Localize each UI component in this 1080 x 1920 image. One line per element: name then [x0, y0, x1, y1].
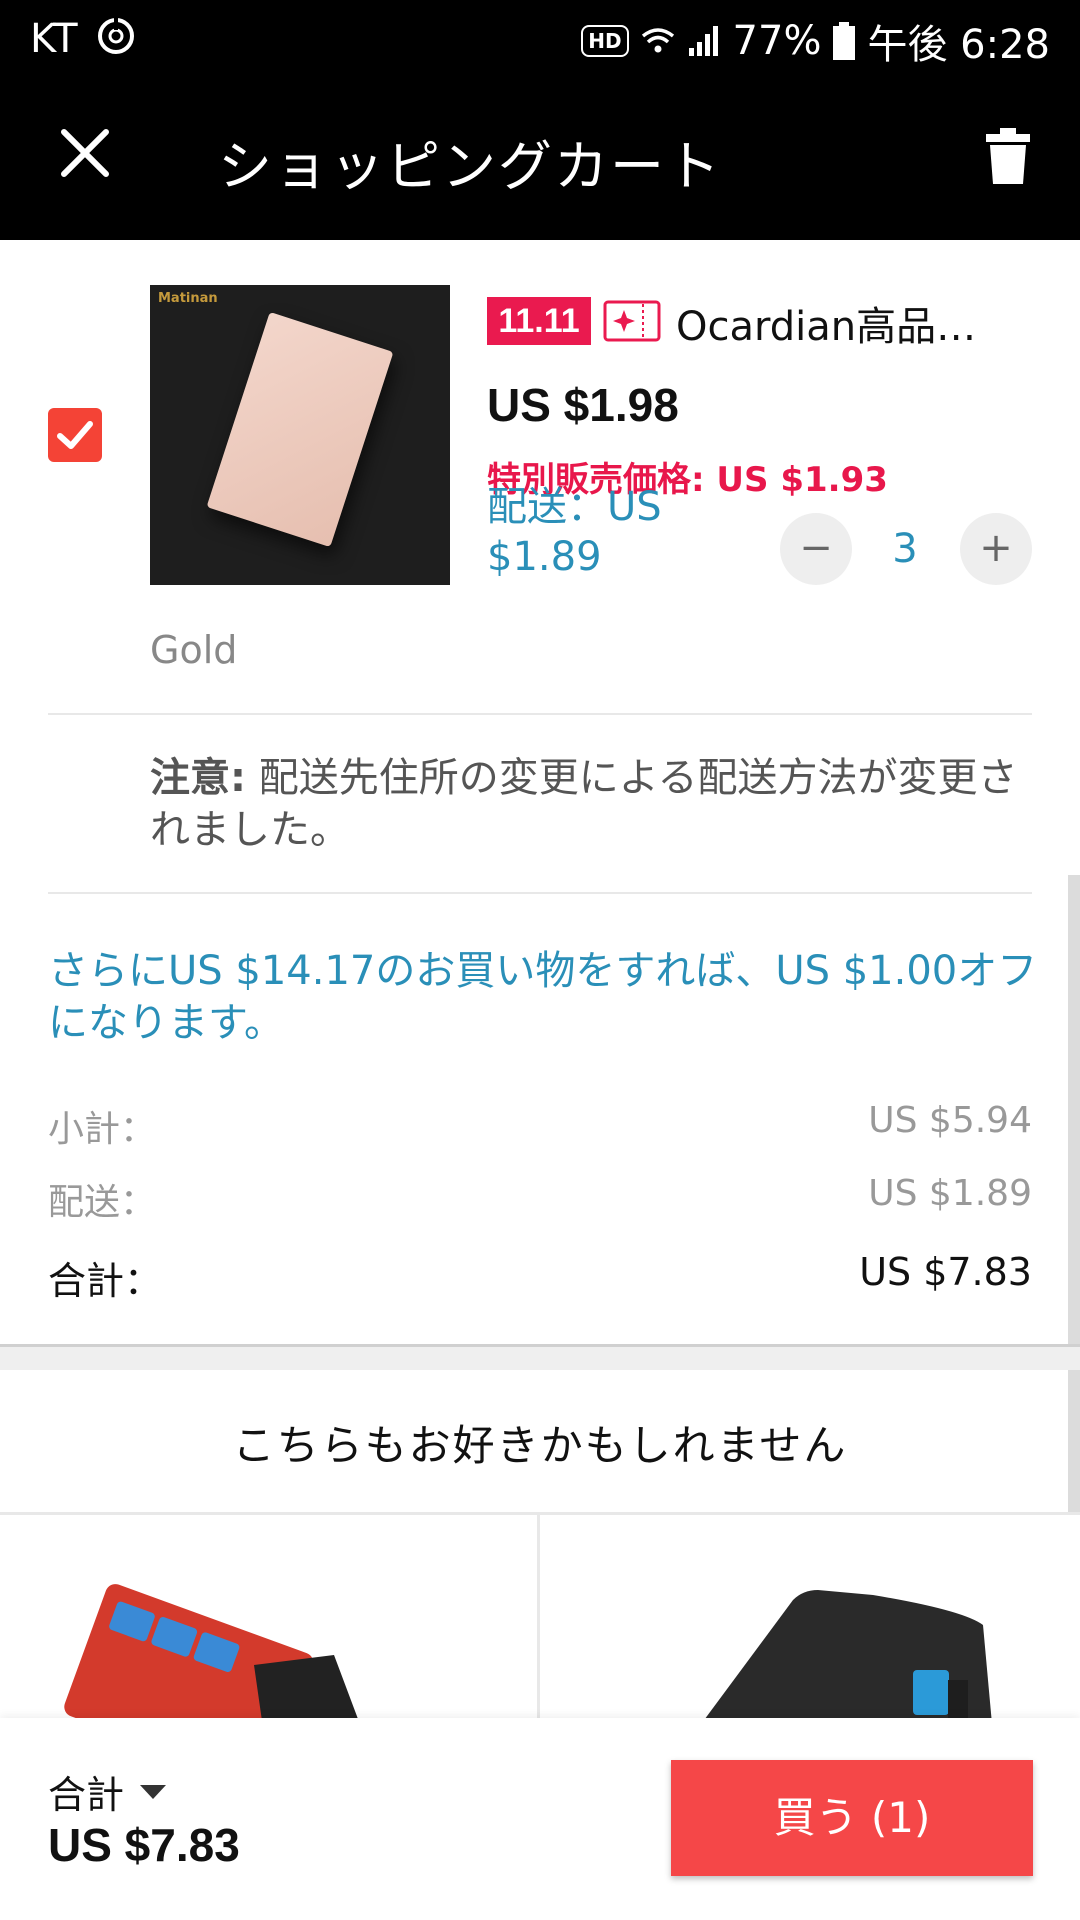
- battery-percent: 77%: [732, 18, 822, 64]
- card-holder-shape: [206, 311, 394, 548]
- buy-button[interactable]: 買う (1): [671, 1760, 1033, 1876]
- item-checkbox[interactable]: [48, 408, 102, 462]
- notice-text: 配送先住所の変更による配送方法が変更されました。: [150, 755, 1018, 853]
- recommendations-title: こちらもお好きかもしれません: [232, 1421, 848, 1470]
- chevron-down-icon: [140, 1784, 167, 1799]
- product-image-logo: Matinan: [158, 291, 218, 306]
- divider: [48, 892, 1032, 894]
- shipping-cost[interactable]: 配送：US $1.89: [487, 482, 717, 582]
- wifi-icon: [641, 28, 674, 53]
- recommended-product-image: [64, 1584, 364, 1735]
- battery-icon: [833, 22, 856, 60]
- total-label: 合計：: [48, 1259, 163, 1303]
- quantity-decrease-button[interactable]: −: [780, 513, 852, 585]
- coupon-icon: [603, 300, 661, 342]
- page-title: ショッピングカート: [218, 135, 722, 198]
- app-header: ショッピングカート: [0, 78, 1080, 240]
- subtotal-value: US $5.94: [868, 1100, 1032, 1141]
- total-row: 合計： US $7.83: [48, 1250, 1032, 1305]
- shipping-notice: 注意: 配送先住所の変更による配送方法が変更されました。: [150, 752, 1020, 856]
- bottom-total-value: US $7.83: [48, 1819, 240, 1871]
- hd-icon: HD: [581, 25, 629, 57]
- status-bar: KT HD 77% 午後 6:28: [0, 0, 1080, 78]
- recommended-product-card[interactable]: [543, 1515, 1079, 1735]
- clock: 午後 6:28: [867, 22, 1050, 68]
- subtotal-label: 小計：: [48, 1109, 157, 1150]
- subtotal-row: 小計： US $5.94: [48, 1100, 1032, 1152]
- checkout-bar: 合計 US $7.83 買う (1): [0, 1718, 1080, 1920]
- signal-icon: [688, 26, 718, 56]
- shipping-label: 配送：: [48, 1182, 157, 1223]
- close-icon[interactable]: [58, 126, 112, 180]
- bottom-total-label: 合計: [48, 1773, 125, 1817]
- shipping-row: 配送： US $1.89: [48, 1173, 1032, 1225]
- shopping-cart-screen: KT HD 77% 午後 6:28 ショッピングカート Matinan 11.1…: [0, 0, 1080, 1920]
- shipping-value: US $1.89: [868, 1173, 1032, 1214]
- divider: [48, 713, 1032, 715]
- recommended-product-card[interactable]: [4, 1515, 540, 1735]
- notice-label: 注意:: [150, 755, 246, 801]
- promo-message[interactable]: さらにUS $14.17のお買い物をすれば、US $1.00オフになります。: [48, 945, 1038, 1049]
- total-dropdown[interactable]: 合計: [48, 1764, 167, 1819]
- event-badge: 11.11: [487, 297, 591, 345]
- product-price: US $1.98: [487, 379, 679, 431]
- checkmark-icon: [57, 421, 93, 449]
- carrier-label: KT: [30, 16, 78, 62]
- recommended-product-image: [693, 1590, 993, 1735]
- quantity-increase-button[interactable]: +: [960, 513, 1032, 585]
- section-separator: [0, 1344, 1080, 1370]
- variant-label: Gold: [150, 628, 238, 672]
- sync-icon: [98, 18, 134, 54]
- total-value: US $7.83: [859, 1250, 1032, 1294]
- status-right: HD 77% 午後 6:28: [581, 12, 1050, 70]
- quantity-value: 3: [892, 526, 918, 572]
- product-image[interactable]: Matinan: [150, 285, 450, 585]
- product-title[interactable]: Ocardian高品質…: [676, 294, 1016, 352]
- trash-icon[interactable]: [986, 128, 1030, 184]
